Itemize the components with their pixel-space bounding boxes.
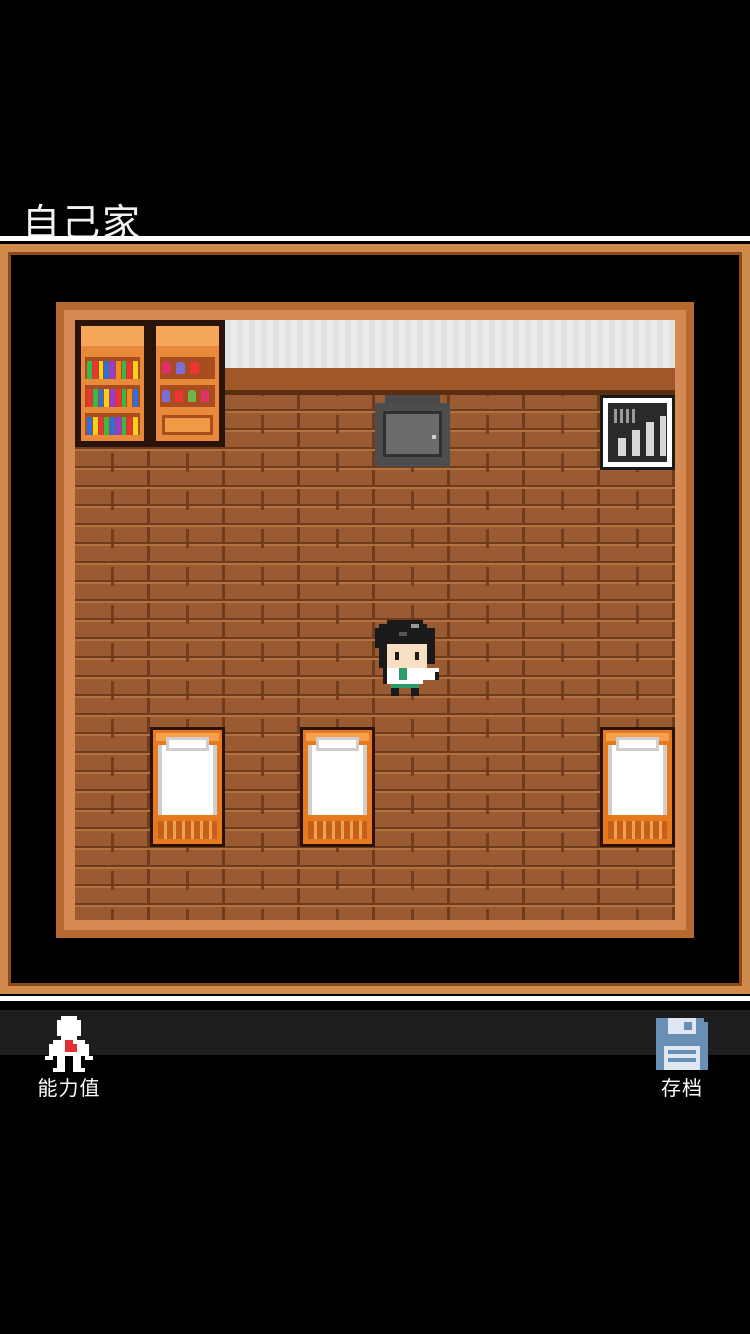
floppy-disk-icon <box>656 1018 708 1070</box>
stats-bar <box>618 438 626 456</box>
bed-footboard <box>308 821 367 839</box>
bed-footboard <box>158 821 217 839</box>
bed-2[interactable] <box>300 727 375 847</box>
stats-button-label: 能力值 <box>37 1076 101 1100</box>
item-cabinet[interactable] <box>150 320 225 447</box>
room-wall <box>225 320 675 372</box>
divider-top <box>0 236 750 241</box>
shelf-row-1 <box>85 357 140 379</box>
bottom-menu-bar <box>0 1010 750 1055</box>
stats-board[interactable] <box>600 395 675 470</box>
tv-screen <box>383 411 442 457</box>
stats-board-grid <box>614 409 638 423</box>
bed-pillow <box>166 737 209 751</box>
shelf-row-3 <box>85 413 140 435</box>
bookshelf[interactable] <box>75 320 150 447</box>
player-character[interactable] <box>375 620 443 696</box>
stats-board-inner <box>608 403 667 462</box>
character-stats-icon <box>45 1016 93 1072</box>
divider-bottom <box>0 996 750 1001</box>
game-screen: 自己家 能力值 存档 <box>0 0 750 1334</box>
cabinet-row-1 <box>160 357 215 379</box>
cabinet-drawer <box>162 415 213 435</box>
tv-power-light <box>432 435 436 439</box>
bed-3[interactable] <box>600 727 675 847</box>
bed-sheet <box>308 745 367 815</box>
stats-bar <box>660 416 666 456</box>
bed-1[interactable] <box>150 727 225 847</box>
bed-sheet <box>608 745 667 815</box>
stats-button[interactable]: 能力值 <box>29 1016 109 1100</box>
bed-pillow <box>316 737 359 751</box>
bed-sheet <box>158 745 217 815</box>
bookshelf-top <box>81 326 144 346</box>
stats-bar <box>646 422 654 456</box>
bed-pillow <box>616 737 659 751</box>
save-button-label: 存档 <box>661 1076 703 1100</box>
wall-trim <box>225 368 675 395</box>
bed-footboard <box>608 821 667 839</box>
television[interactable] <box>375 395 450 470</box>
shelf-row-2 <box>85 385 140 407</box>
cabinet-top <box>156 326 219 346</box>
stats-bar <box>632 430 640 456</box>
cabinet-row-2 <box>160 385 215 407</box>
save-button[interactable]: 存档 <box>642 1016 722 1100</box>
